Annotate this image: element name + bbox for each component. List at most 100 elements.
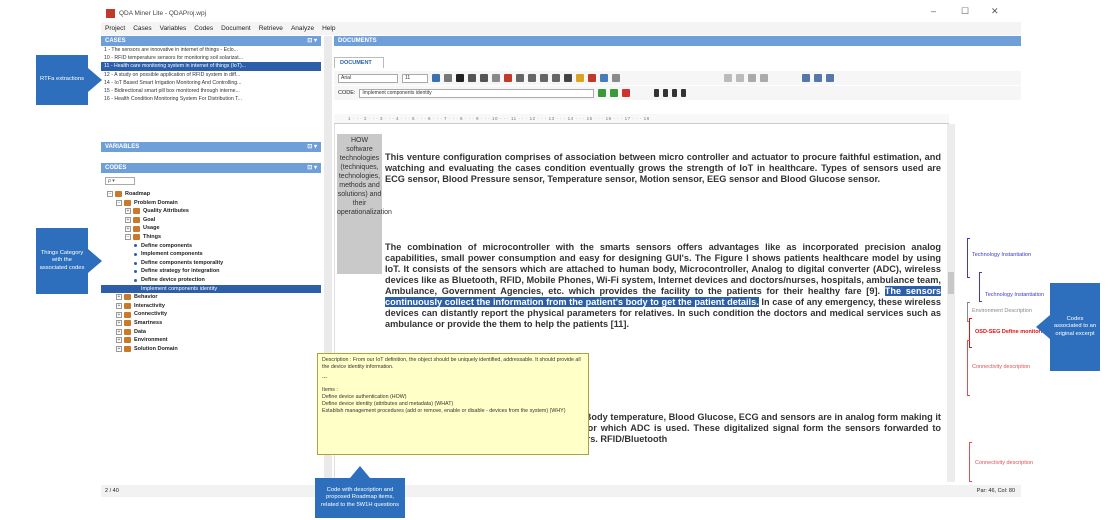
- code-category-node[interactable]: + Interactivity: [101, 302, 321, 311]
- code-node[interactable]: Define device protection: [101, 276, 321, 285]
- font-select[interactable]: Arial: [338, 73, 398, 83]
- code-select[interactable]: Implement components identity: [359, 88, 595, 98]
- collapse-icon[interactable]: −: [107, 191, 113, 198]
- menu-document[interactable]: Document: [221, 25, 251, 32]
- picture-icon[interactable]: [612, 74, 620, 82]
- menu-codes[interactable]: Codes: [194, 25, 213, 32]
- paste-icon[interactable]: [600, 74, 608, 82]
- undo-icon[interactable]: [724, 74, 732, 82]
- code-node[interactable]: Implement components identity: [101, 284, 321, 294]
- spell-icon[interactable]: [760, 74, 768, 82]
- menu-project[interactable]: Project: [105, 25, 125, 32]
- previous-icon[interactable]: [663, 89, 669, 97]
- collapse-icon[interactable]: −: [116, 199, 122, 206]
- menu-analyze[interactable]: Analyze: [291, 25, 314, 32]
- scrollbar-thumb[interactable]: [948, 272, 954, 294]
- align-right-icon[interactable]: [540, 74, 548, 82]
- save-icon[interactable]: [432, 74, 440, 82]
- find-icon[interactable]: [748, 74, 756, 82]
- margin-code-label[interactable]: Technology Instantiation: [985, 292, 1044, 298]
- margin-code-label[interactable]: Environment Description: [972, 308, 1032, 314]
- tooltip-item: Define device identity (attributes and m…: [322, 400, 454, 407]
- code-category-node[interactable]: + Usage: [101, 224, 321, 233]
- code-node[interactable]: Define components temporality: [101, 259, 321, 268]
- code-category-node[interactable]: − Problem Domain: [101, 199, 321, 208]
- italic-icon[interactable]: [468, 74, 476, 82]
- cut-icon[interactable]: [576, 74, 584, 82]
- codes-pin-icon[interactable]: ⊡ ▾: [307, 163, 317, 173]
- menu-variables[interactable]: Variables: [160, 25, 187, 32]
- memo-note[interactable]: HOW software technologies (techniques, t…: [337, 134, 392, 274]
- tab-document[interactable]: DOCUMENT: [334, 57, 384, 68]
- expand-icon[interactable]: +: [116, 345, 122, 352]
- align-left-icon[interactable]: [516, 74, 524, 82]
- code-node[interactable]: Define components: [101, 242, 321, 251]
- copy-icon[interactable]: [588, 74, 596, 82]
- expand-icon[interactable]: +: [116, 311, 122, 318]
- document-scrollbar[interactable]: [947, 124, 955, 482]
- codes-search-input[interactable]: ρ ▾: [105, 177, 135, 185]
- code-category-node[interactable]: + Quality Attributes: [101, 207, 321, 216]
- menu-retrieve[interactable]: Retrieve: [259, 25, 283, 32]
- margin-code-label[interactable]: Connectivity description: [975, 460, 1033, 466]
- expand-icon[interactable]: +: [125, 208, 131, 215]
- bold-icon[interactable]: [456, 74, 464, 82]
- justify-icon[interactable]: [552, 74, 560, 82]
- expand-icon[interactable]: +: [116, 320, 122, 327]
- minimize-button[interactable]: –: [931, 6, 936, 16]
- expand-icon[interactable]: +: [116, 294, 122, 301]
- redo-icon[interactable]: [736, 74, 744, 82]
- view-icon[interactable]: [802, 74, 810, 82]
- code-category-node[interactable]: + Behavior: [101, 293, 321, 302]
- check-icon[interactable]: [610, 89, 619, 97]
- cases-pin-icon[interactable]: ⊡ ▾: [307, 36, 317, 46]
- document-paragraph-1[interactable]: This venture configuration comprises of …: [385, 152, 941, 185]
- underline-icon[interactable]: [480, 74, 488, 82]
- code-category-node[interactable]: − Roadmap: [101, 190, 321, 199]
- menu-help[interactable]: Help: [322, 25, 335, 32]
- expand-icon[interactable]: +: [116, 303, 122, 310]
- code-category-node[interactable]: − Things: [101, 233, 321, 242]
- code-category-node[interactable]: + Data: [101, 328, 321, 337]
- code-category-node[interactable]: + Environment: [101, 336, 321, 345]
- align-center-icon[interactable]: [528, 74, 536, 82]
- first-icon[interactable]: [654, 89, 660, 97]
- margin-code-label[interactable]: Technology Instantiation: [972, 252, 1031, 258]
- case-item-selected[interactable]: 11 - Health care monitoring system in in…: [101, 62, 321, 71]
- code-node[interactable]: Implement components: [101, 250, 321, 259]
- code-node[interactable]: Define strategy for integration: [101, 267, 321, 276]
- case-item[interactable]: 10 - RFID temperature sensors for monito…: [101, 54, 321, 62]
- code-category-node[interactable]: + Smartness: [101, 319, 321, 328]
- list-icon[interactable]: [564, 74, 572, 82]
- close-button[interactable]: ✕: [991, 6, 999, 17]
- expand-icon[interactable]: +: [125, 225, 131, 232]
- font-size-select[interactable]: 11: [402, 73, 428, 83]
- case-item[interactable]: 1 - The sensors are innovative in intern…: [101, 46, 321, 54]
- collapse-icon[interactable]: −: [125, 234, 131, 241]
- case-item[interactable]: 14 - IoT Based Smart Irrigation Monitori…: [101, 79, 321, 87]
- case-item[interactable]: 16 - Health Condition Monitoring System …: [101, 95, 321, 103]
- font-color-icon[interactable]: [504, 74, 512, 82]
- split-icon[interactable]: [814, 74, 822, 82]
- last-icon[interactable]: [681, 89, 687, 97]
- expand-icon[interactable]: +: [125, 217, 131, 224]
- remove-code-icon[interactable]: [622, 89, 631, 97]
- code-category-node[interactable]: + Solution Domain: [101, 345, 321, 354]
- subscript-icon[interactable]: [492, 74, 500, 82]
- grid-icon[interactable]: [826, 74, 834, 82]
- expand-icon[interactable]: +: [116, 337, 122, 344]
- menu-cases[interactable]: Cases: [133, 25, 151, 32]
- case-item[interactable]: 12 - A study on possible application of …: [101, 71, 321, 79]
- tooltip-description: Description : From our IoT definition, t…: [322, 357, 581, 370]
- next-icon[interactable]: [672, 89, 678, 97]
- add-code-icon[interactable]: [598, 89, 607, 97]
- case-item[interactable]: 15 - Bidirectional smart pill box monito…: [101, 87, 321, 95]
- document-paragraph-2[interactable]: The combination of microcontroller with …: [385, 242, 941, 330]
- margin-code-label[interactable]: Connectivity description: [972, 364, 1030, 370]
- code-category-node[interactable]: + Connectivity: [101, 310, 321, 319]
- expand-icon[interactable]: +: [116, 328, 122, 335]
- maximize-button[interactable]: ☐: [961, 6, 969, 17]
- print-icon[interactable]: [444, 74, 452, 82]
- variables-pin-icon[interactable]: ⊡ ▾: [307, 142, 317, 152]
- code-category-node[interactable]: + Goal: [101, 216, 321, 225]
